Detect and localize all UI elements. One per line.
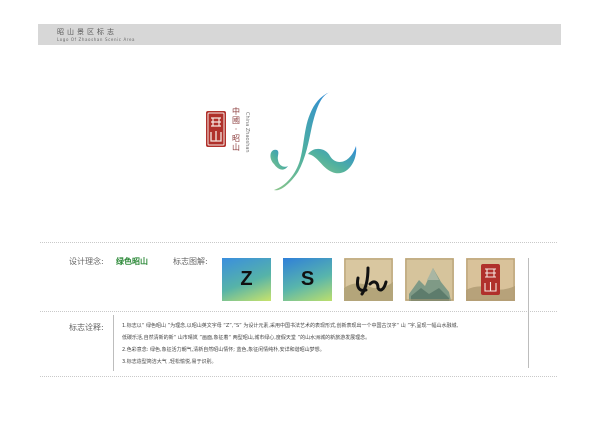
design-concept-value: 绿色昭山 <box>116 257 148 266</box>
zhaoshan-seal-painting-icon <box>466 258 515 301</box>
note-line-3: 2.色彩意念: 绿色,象征活力朝气,清新自然昭山情怀; 蓝色,象征闲情纯朴,安详… <box>122 347 325 353</box>
tile-letter-s-text: S <box>300 268 315 290</box>
shan-calligraphy-painting-icon <box>344 258 393 301</box>
header-title: 昭山景区标志 <box>57 28 117 36</box>
design-concept-label: 设计理念: <box>69 257 104 266</box>
divider-bottom <box>40 376 557 377</box>
tile-letter-z-text: Z <box>240 268 253 290</box>
note-line-1: 1.标志以“ 绿色昭山 ”为理念,以昭山英文字母 “Z”,“S” 为设计元素,采… <box>122 323 459 329</box>
mountain-landscape-painting-icon <box>405 258 454 301</box>
header-subtitle: Logo Of Zhaoshan Scenic Area <box>57 37 136 42</box>
notes-label: 标志诠释: <box>69 323 104 332</box>
header-bar: 昭山景区标志 Logo Of Zhaoshan Scenic Area <box>38 24 561 45</box>
divider-middle <box>40 311 557 312</box>
illustration-label: 标志图解: <box>173 257 208 266</box>
tile-letter-z: Z <box>222 258 271 301</box>
divider-top <box>40 242 557 243</box>
note-line-4: 3.标志造型简洁大气 ,轻松愉悦,易于识别。 <box>122 359 217 365</box>
shan-calligraphy-logo-icon <box>270 92 357 191</box>
tile-letter-s: S <box>283 258 332 301</box>
note-line-2: 低碳乐活,自然清新的新“ 山市晴岚 ”画面,象征着“ 两型昭山,城市绿心,度假天… <box>122 335 371 341</box>
